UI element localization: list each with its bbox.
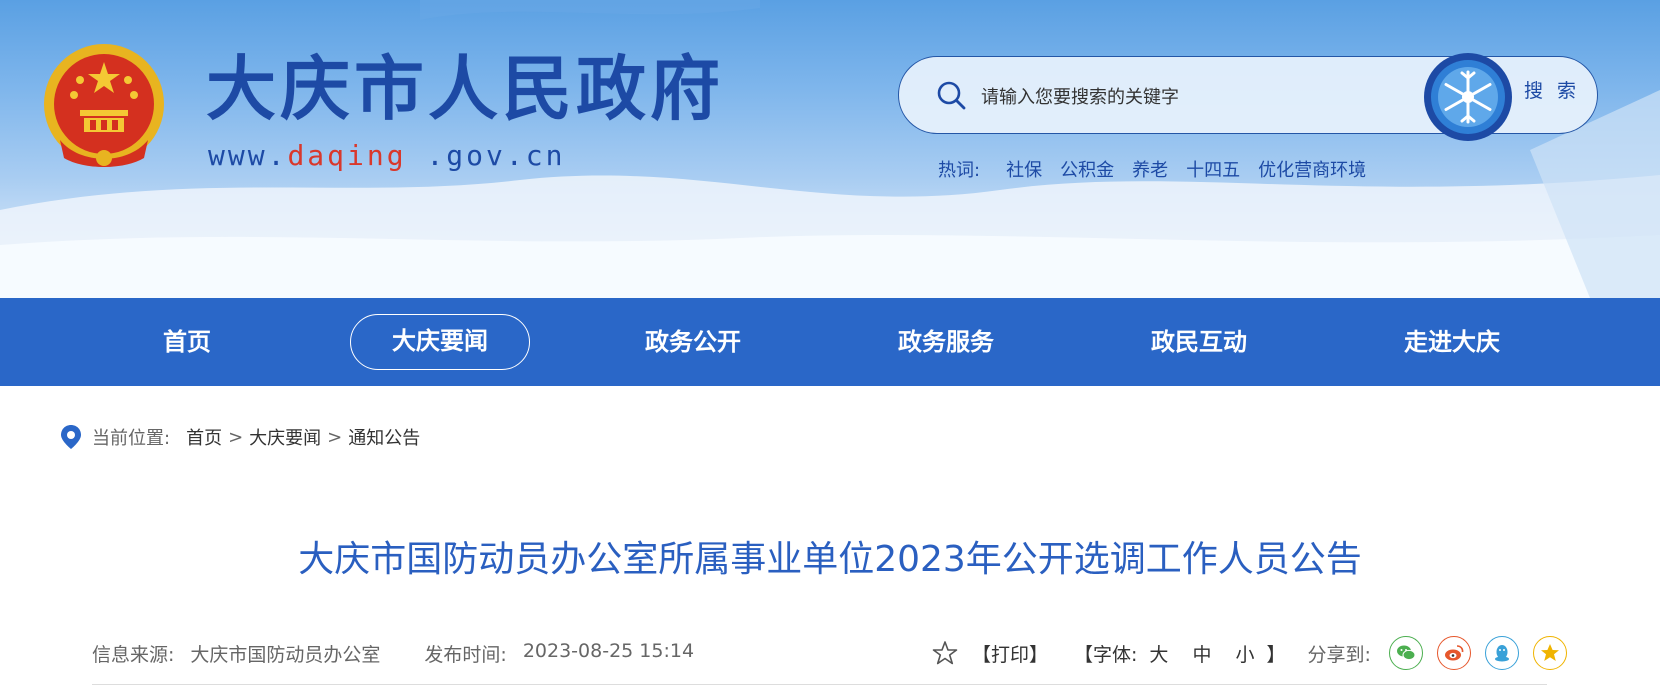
hotword-item[interactable]: 十四五 [1186, 156, 1240, 182]
url-prefix: www. [208, 139, 288, 172]
hotword-item[interactable]: 养老 [1132, 156, 1168, 182]
source-value: 大庆市国防动员办公室 [190, 644, 381, 666]
hotwords: 热词: 社保 公积金 养老 十四五 优化营商环境 [938, 156, 1384, 182]
nav-item-interaction[interactable]: 政民互动 [1109, 314, 1289, 370]
article-title: 大庆市国防动员办公室所属事业单位2023年公开选调工作人员公告 [298, 539, 1362, 580]
article-meta: 信息来源: 大庆市国防动员办公室 发布时间: 2023-08-25 15:14 [92, 640, 738, 667]
meta-divider [92, 684, 1547, 685]
hotword-item[interactable]: 优化营商环境 [1258, 156, 1366, 182]
search-icon[interactable] [935, 79, 967, 111]
hotword-item[interactable]: 公积金 [1060, 156, 1114, 182]
location-pin-icon [61, 425, 81, 449]
hotwords-label: 热词: [938, 160, 981, 181]
source-label: 信息来源: [92, 644, 175, 666]
breadcrumb-label: 当前位置: [92, 428, 171, 449]
search-button[interactable]: 搜 索 [1524, 76, 1580, 103]
weibo-icon[interactable] [1436, 636, 1471, 670]
font-size-large[interactable]: 大 [1149, 640, 1168, 667]
print-button[interactable]: 【打印】 [972, 640, 1048, 667]
font-size-small[interactable]: 小 [1235, 640, 1254, 667]
breadcrumb-link-home[interactable]: 首页 [186, 424, 222, 450]
breadcrumb-link-daqing-news[interactable]: 大庆要闻 [249, 424, 321, 450]
site-title: 大庆市人民政府 [206, 48, 724, 130]
national-emblem-icon [44, 44, 164, 167]
qzone-icon[interactable] [1532, 636, 1567, 670]
font-size-label: 【字体: [1074, 643, 1138, 666]
snowflake-logo-icon [1424, 53, 1512, 141]
url-highlight: daqing [287, 139, 407, 172]
site-header: 大庆市人民政府 www.daqing .gov.cn 搜 索 热词: 社保 公积… [0, 0, 1660, 298]
nav-item-home[interactable]: 首页 [97, 314, 277, 370]
time-label: 发布时间: [424, 644, 507, 666]
nav-item-about-daqing[interactable]: 走进大庆 [1362, 314, 1542, 370]
wechat-icon[interactable] [1388, 636, 1423, 670]
time-value: 2023-08-25 15:14 [522, 640, 695, 662]
font-size-medium[interactable]: 中 [1192, 640, 1211, 667]
hotword-item[interactable]: 社保 [1006, 156, 1042, 182]
breadcrumb-separator: > [327, 426, 343, 448]
nav-item-government-affairs[interactable]: 政务公开 [603, 314, 783, 370]
main-nav: 首页 大庆要闻 政务公开 政务服务 政民互动 走进大庆 [0, 298, 1660, 386]
font-size-close: 】 [1266, 643, 1286, 666]
qq-icon[interactable] [1484, 636, 1519, 670]
nav-item-government-services[interactable]: 政务服务 [856, 314, 1036, 370]
nav-item-daqing-news[interactable]: 大庆要闻 [350, 314, 530, 370]
breadcrumb-current: 通知公告 [348, 428, 421, 449]
site-url: www.daqing .gov.cn [208, 142, 565, 170]
breadcrumb-separator: > [228, 426, 244, 448]
favorite-star-icon[interactable] [932, 640, 958, 666]
article-tools: 【打印】 【字体: 大 中 小 】 分享到: [932, 636, 1581, 670]
breadcrumb: 当前位置: 首页 > 大庆要闻 > 通知公告 [60, 424, 420, 450]
share-label: 分享到: [1307, 643, 1371, 666]
url-suffix: .gov.cn [406, 139, 566, 172]
